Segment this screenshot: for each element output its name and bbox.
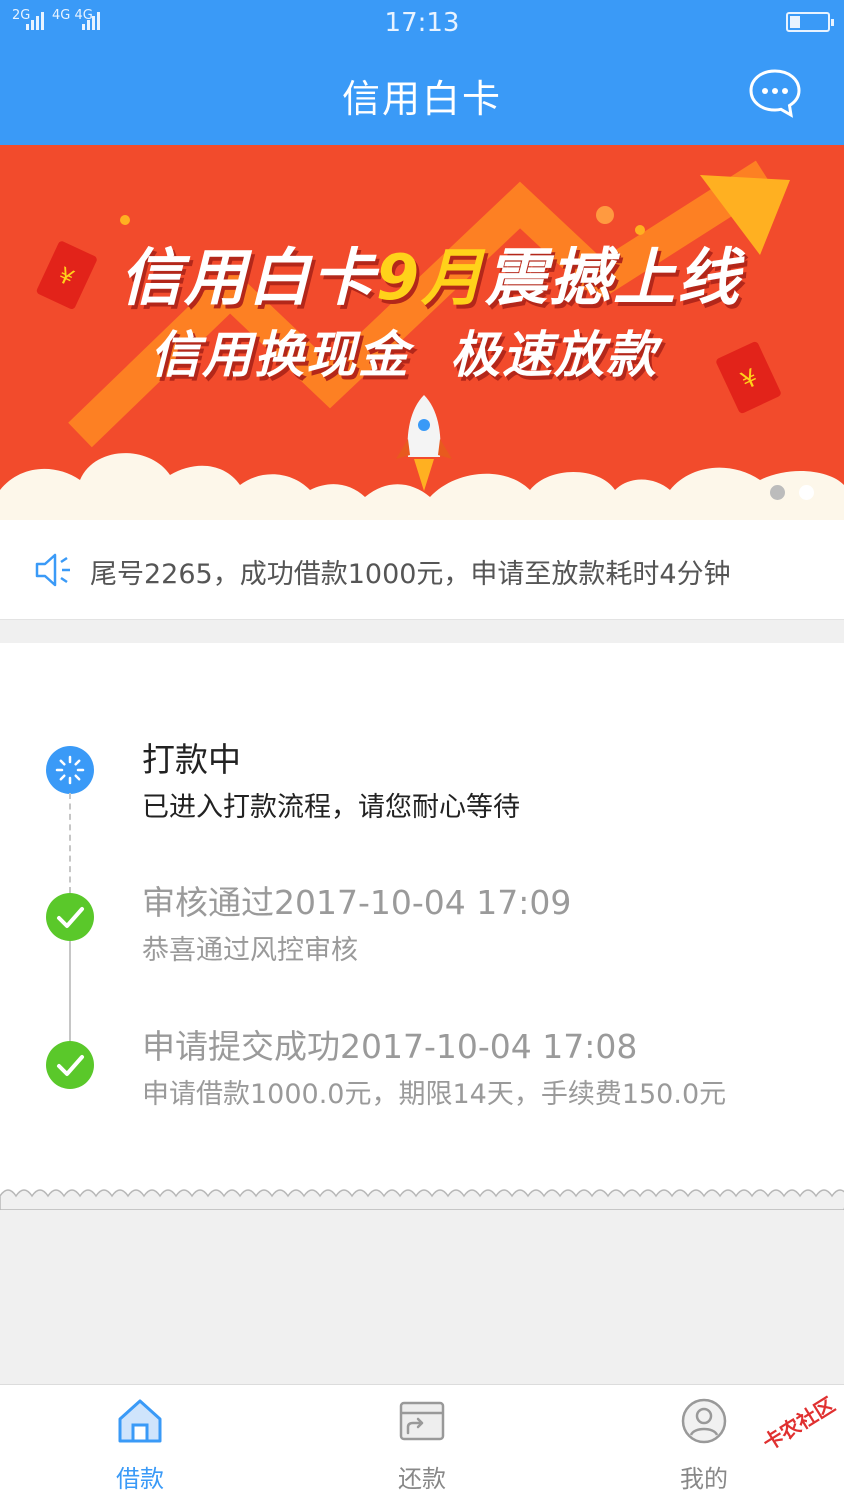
- carousel-dot-active[interactable]: [799, 485, 814, 500]
- notice-bar: 尾号2265，成功借款1000元，申请至放款耗时4分钟: [0, 520, 844, 620]
- home-icon: [118, 1399, 162, 1443]
- nav-label-borrow: 借款: [116, 1465, 164, 1493]
- step-title-approved: 审核通过2017-10-04 17:09: [142, 883, 572, 922]
- chat-bubble-icon[interactable]: [748, 68, 802, 118]
- battery-icon: [786, 12, 834, 32]
- check-icon: [46, 893, 94, 941]
- banner-subline-b: 极速放款: [450, 326, 658, 384]
- nav-label-repay: 还款: [398, 1465, 446, 1493]
- processing-icon: [46, 746, 94, 794]
- status-time: 17:13: [384, 8, 460, 38]
- promo-banner[interactable]: ¥ ¥ 信用白卡9月震撼上线 信用换现金 极速放款: [0, 145, 844, 520]
- status-bar: 2G 4G 4G 17:13: [0, 0, 844, 45]
- repay-card-icon: [399, 1401, 445, 1441]
- nav-tab-repay[interactable]: 还款: [322, 1385, 522, 1500]
- speaker-icon: [35, 553, 70, 587]
- banner-headline-a: 信用白卡: [120, 241, 377, 314]
- page-title: 信用白卡: [341, 77, 502, 121]
- banner-headline-c: 震撼上线: [485, 241, 742, 314]
- step-subtitle-disbursing: 已进入打款流程，请您耐心等待: [142, 792, 520, 823]
- step-subtitle-approved: 恭喜通过风控审核: [142, 935, 358, 966]
- check-icon-2: [46, 1041, 94, 1089]
- carousel-dots[interactable]: [770, 485, 814, 500]
- banner-subline-a: 信用换现金: [150, 326, 410, 384]
- banner-subline: 信用换现金 极速放款: [150, 315, 698, 387]
- timeline-connector-2: [69, 941, 71, 1041]
- timeline-connector: [69, 793, 71, 893]
- bottom-nav: 借款 还款 我的: [0, 1384, 844, 1500]
- banner-headline: 信用白卡9月震撼上线: [120, 227, 741, 317]
- carousel-dot[interactable]: [770, 485, 785, 500]
- loan-progress-card: 打款中 已进入打款流程，请您耐心等待 审核通过2017-10-04 17:09 …: [0, 643, 844, 1210]
- nav-tab-borrow[interactable]: 借款: [40, 1385, 240, 1500]
- step-title-submitted: 申请提交成功2017-10-04 17:08: [142, 1027, 638, 1066]
- banner-headline-highlight: 9月: [376, 241, 486, 314]
- step-title-disbursing: 打款中: [142, 740, 241, 779]
- receipt-edge: [0, 1189, 844, 1210]
- nav-label-mine: 我的: [680, 1465, 728, 1493]
- app-header: 2G 4G 4G 17:13 信用白卡: [0, 0, 844, 145]
- step-subtitle-submitted: 申请借款1000.0元，期限14天，手续费150.0元: [142, 1079, 727, 1110]
- user-profile-icon: [681, 1398, 727, 1444]
- notice-text: 尾号2265，成功借款1000元，申请至放款耗时4分钟: [90, 559, 731, 590]
